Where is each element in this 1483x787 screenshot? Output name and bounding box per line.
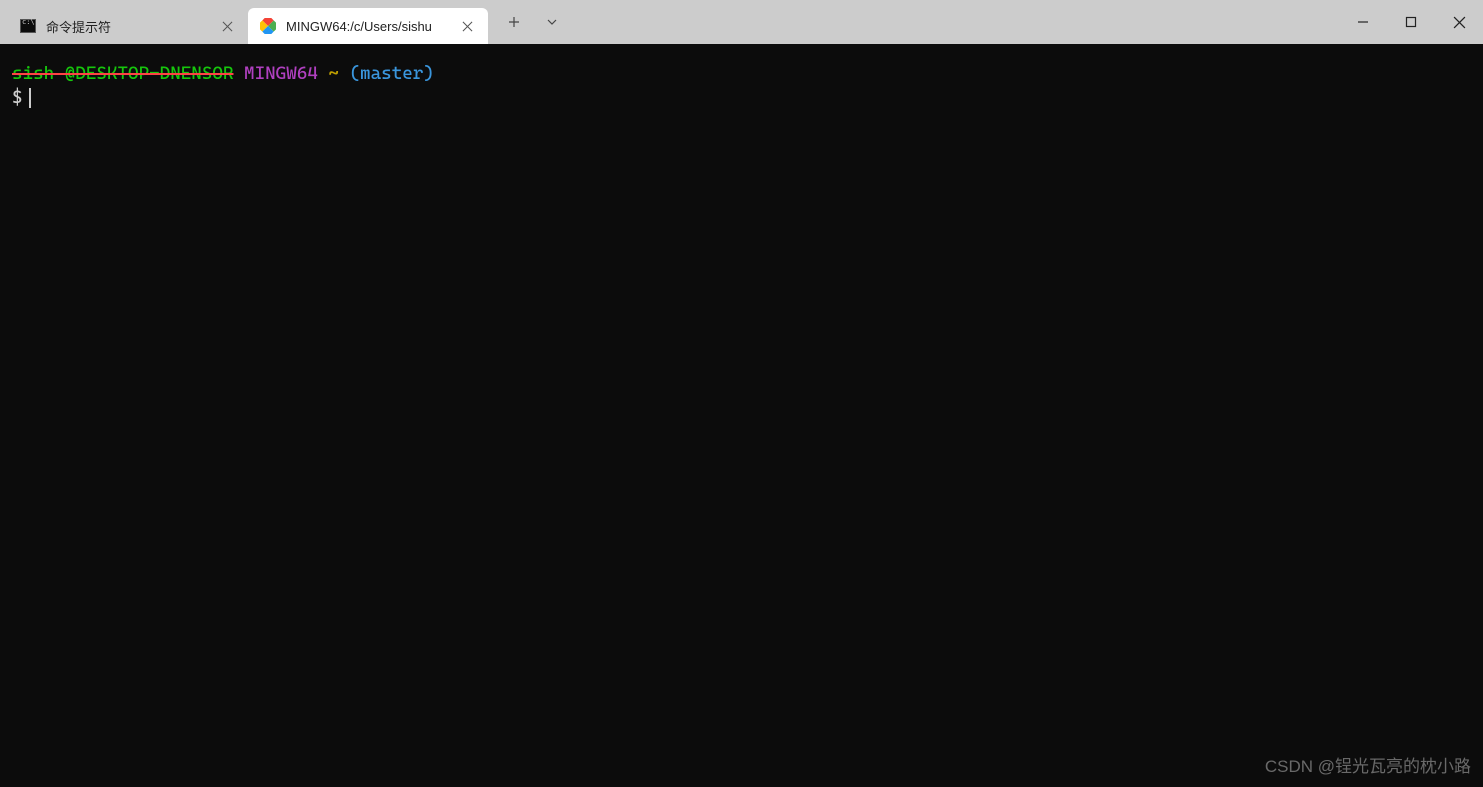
minimize-button[interactable] xyxy=(1339,0,1387,44)
close-tab-icon[interactable] xyxy=(458,17,476,35)
tab-title: 命令提示符 xyxy=(46,17,210,36)
tab-actions xyxy=(496,0,570,44)
prompt-symbol: $ xyxy=(12,86,23,110)
tab-dropdown-button[interactable] xyxy=(534,4,570,40)
tabs-area: 命令提示符 MINGW64:/c/Users/sishu xyxy=(0,0,570,44)
window-controls xyxy=(1339,0,1483,44)
tab-title: MINGW64:/c/Users/sishu xyxy=(286,19,450,34)
prompt-branch: (master) xyxy=(350,63,434,84)
watermark: CSDN @锃光瓦亮的枕小路 xyxy=(1265,756,1471,779)
tab-mingw[interactable]: MINGW64:/c/Users/sishu xyxy=(248,8,488,44)
terminal-pane[interactable]: sish @DESKTOP-DNENSOR MINGW64 ~ (master)… xyxy=(0,44,1483,787)
maximize-button[interactable] xyxy=(1387,0,1435,44)
close-window-button[interactable] xyxy=(1435,0,1483,44)
git-icon xyxy=(260,18,276,34)
prompt-line: sish @DESKTOP-DNENSOR MINGW64 ~ (master) xyxy=(12,62,1473,86)
new-tab-button[interactable] xyxy=(496,4,532,40)
tab-cmd[interactable]: 命令提示符 xyxy=(8,8,248,44)
prompt-path: ~ xyxy=(328,63,339,84)
title-bar: 命令提示符 MINGW64:/c/Users/sishu xyxy=(0,0,1483,44)
cursor xyxy=(29,88,31,108)
prompt-userhost: sish @DESKTOP-DNENSOR xyxy=(12,63,233,84)
cmd-icon xyxy=(20,18,36,34)
close-tab-icon[interactable] xyxy=(218,17,236,35)
prompt-mingw: MINGW64 xyxy=(244,63,318,84)
prompt-input-line: $ xyxy=(12,86,1473,110)
